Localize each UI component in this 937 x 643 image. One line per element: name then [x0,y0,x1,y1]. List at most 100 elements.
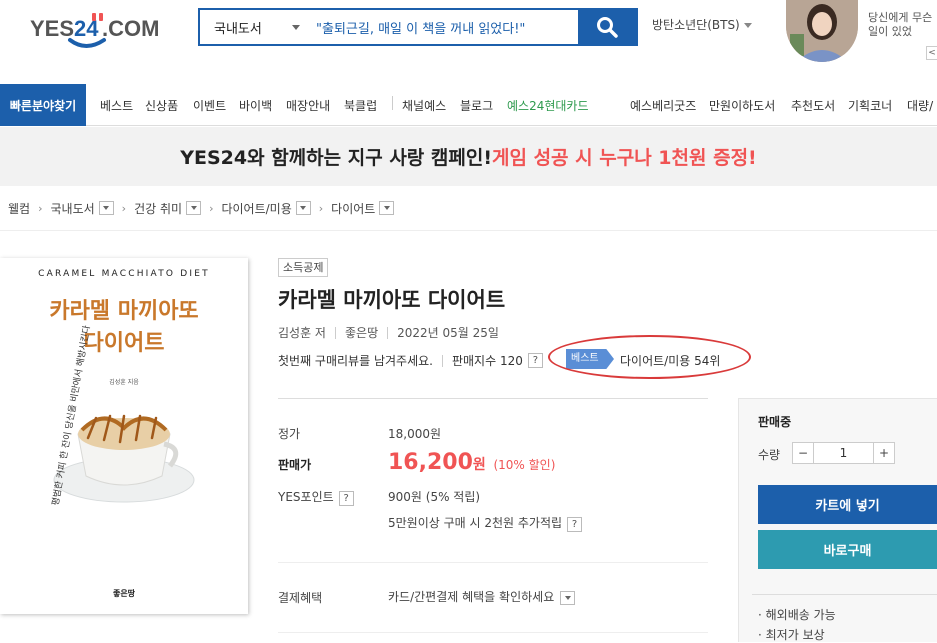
breadcrumb-dropdown-button[interactable] [186,201,202,215]
add-to-cart-button[interactable]: 카트에 넣기 [758,485,937,524]
book-cover-art: CARAMEL MACCHIATO DIET 카라멜 마끼아또 다이어트 김성훈… [0,258,248,614]
help-icon[interactable]: ? [527,353,543,368]
author-link[interactable]: 김성훈 저 [278,324,326,341]
person-photo-icon [786,0,858,62]
sale-price-value: 16,200 [388,450,473,475]
trending-keyword[interactable]: 방탄소년단(BTS) [652,16,752,33]
quantity-increase-button[interactable]: + [873,442,895,464]
nav-link-best[interactable]: 베스트 [100,97,133,114]
quantity-input[interactable]: 1 [814,442,873,464]
breadcrumb-dropdown-button[interactable] [98,201,114,215]
divider [278,562,708,563]
divider [334,326,336,339]
nav-link-new[interactable]: 신상품 [145,97,178,114]
search-button[interactable] [578,10,636,44]
nav-link-channel[interactable]: 채널예스 [402,97,446,114]
search-category-select[interactable]: 국내도서 [200,10,310,44]
book-meta: 김성훈 저 좋은땅 2022년 05월 25일 [278,324,499,341]
breadcrumb-item[interactable]: 다이어트 [331,200,375,217]
quick-category-button[interactable]: 빠른분야찾기 [0,84,86,126]
nav-link-recommend[interactable]: 추천도서 [791,97,835,114]
svg-text:.COM: .COM [102,16,159,41]
help-icon[interactable]: ? [567,517,583,532]
main-nav: 빠른분야찾기 베스트 신상품 이벤트 바이백 매장안내 북클럽 채널예스 블로그… [0,84,937,126]
divider [278,632,708,633]
breadcrumb-item[interactable]: 건강 취미 [134,200,182,217]
cover-top-text: CARAMEL MACCHIATO DIET [38,269,210,279]
chevron-right-icon: › [318,201,324,215]
cover-author: 김성훈 지음 [109,378,139,386]
highlight-annotation [548,335,751,379]
search-input[interactable] [310,10,578,44]
nav-link-card[interactable]: 예스24현대카드 [507,97,589,114]
divider [278,398,708,399]
sale-status: 판매중 [758,415,792,429]
chevron-down-icon [564,595,571,600]
yes24-logo-icon: YES 24 .COM [30,13,159,48]
nav-link-bookclub[interactable]: 북클럽 [344,97,377,114]
chevron-down-icon [292,25,300,30]
sales-index: 판매지수 120 [451,354,523,368]
extra-points-row: 5만원이상 구매 시 2천원 추가적립? [388,514,583,532]
nav-link-special[interactable]: 기획코너 [848,97,892,114]
nav-divider [392,96,393,110]
banner-highlight: 게임 성공 시 누구나 1천원 증정! [492,147,757,169]
divider [752,594,937,595]
campaign-banner[interactable]: YES24와 함께하는 지구 사랑 캠페인! 게임 성공 시 누구나 1천원 증… [0,127,937,186]
quantity-decrease-button[interactable]: − [792,442,814,464]
list-price-value: 18,000원 [388,427,442,441]
divider [0,230,937,231]
cover-publisher: 좋은땅 [113,588,136,598]
nav-link-buyback[interactable]: 바이백 [239,97,272,114]
shipping-info-overseas: · 해외배송 가능 [758,608,836,622]
chevron-down-icon [743,23,752,28]
trending-keyword-text: 방탄소년단(BTS) [652,18,740,32]
payment-benefit-row: 카드/간편결제 혜택을 확인하세요 [388,588,576,605]
help-icon[interactable]: ? [338,491,354,506]
book-cover-image[interactable]: CARAMEL MACCHIATO DIET 카라멜 마끼아또 다이어트 김성훈… [0,258,248,614]
svg-text:YES: YES [30,16,74,41]
nav-link-store[interactable]: 매장안내 [286,97,330,114]
buy-now-button[interactable]: 바로구매 [758,530,937,569]
sale-price-unit: 원 [472,457,486,473]
breadcrumb-item[interactable]: 다이어트/미용 [221,200,291,217]
chevron-right-icon: › [38,201,43,215]
nav-link-goods[interactable]: 예스베리굿즈 [630,97,696,114]
search-icon [597,17,618,38]
cover-title-line1: 카라멜 마끼아또 [49,299,198,324]
points-label: YES포인트 [278,490,334,504]
payment-label: 결제혜택 [278,591,323,605]
sale-price: 16,200원 (10% 할인) [388,450,555,475]
tax-deduction-badge: 소득공제 [278,258,329,277]
breadcrumb-item[interactable]: 국내도서 [51,200,95,217]
publisher-link[interactable]: 좋은땅 [345,324,378,341]
breadcrumb-dropdown-button[interactable] [295,201,311,215]
points-row-label: YES포인트? [278,488,354,506]
cover-title-line2: 다이어트 [84,331,165,356]
nav-link-blog[interactable]: 블로그 [460,97,493,114]
chevron-right-icon: › [209,201,214,215]
payment-benefit-text: 카드/간편결제 혜택을 확인하세요 [388,590,555,604]
breadcrumb-dropdown-button[interactable] [379,201,395,215]
nav-link-under10k[interactable]: 만원이하도서 [709,97,775,114]
chevron-down-icon [300,206,307,210]
nav-link-bulk[interactable]: 대량/ [907,97,933,114]
nav-link-event[interactable]: 이벤트 [193,97,226,114]
publish-date: 2022년 05월 25일 [397,326,499,340]
review-prompt-link[interactable]: 첫번째 구매리뷰를 남겨주세요. [278,352,433,369]
chevron-down-icon [103,206,110,210]
points-value: 900원 (5% 적립) [388,490,481,504]
ad-text[interactable]: 당신에게 무슨 일이 있었 [868,11,937,39]
sale-price-label: 판매가 [278,458,312,472]
discount-text: (10% 할인) [493,458,556,472]
chevron-right-icon: › [121,201,127,215]
payment-dropdown-button[interactable] [560,590,576,605]
review-row: 첫번째 구매리뷰를 남겨주세요. 판매지수 120 ? [278,352,543,369]
chevron-down-icon [190,206,197,210]
breadcrumb-home[interactable]: 웰컴 [8,200,30,217]
yes24-logo[interactable]: YES 24 .COM [30,10,170,54]
search-bar: 국내도서 [198,8,638,46]
ad-prev-button[interactable]: < [926,46,937,60]
page-title: 카라멜 마끼아또 다이어트 [278,288,506,312]
ad-avatar-image[interactable] [786,0,858,62]
